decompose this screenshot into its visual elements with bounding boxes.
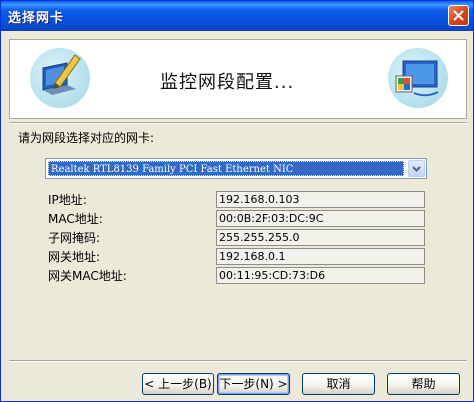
header-banner: 监控网段配置... — [9, 39, 467, 119]
monitor-pen-icon — [30, 48, 90, 108]
nic-prompt-label: 请为网段选择对应的网卡: — [18, 131, 155, 145]
header-divider — [9, 122, 467, 124]
mac-address-field: 00:0B:2F:03:DC:9C — [216, 210, 425, 227]
dropdown-button[interactable] — [408, 160, 425, 177]
cancel-button[interactable]: 取消 — [302, 373, 375, 395]
window-title: 选择网卡 — [8, 11, 65, 26]
network-screen-icon — [388, 48, 448, 108]
nic-dropdown[interactable]: Realtek RTL8139 Family PCI Fast Ethernet… — [45, 158, 427, 179]
nic-dropdown-value: Realtek RTL8139 Family PCI Fast Ethernet… — [48, 161, 404, 176]
footer-divider — [9, 360, 467, 362]
gateway-address-label: 网关地址: — [48, 250, 101, 264]
mac-address-label: MAC地址: — [48, 212, 103, 226]
close-button[interactable] — [448, 5, 469, 26]
banner-title: 监控网段配置... — [160, 72, 295, 93]
close-icon — [453, 10, 464, 21]
subnet-mask-label: 子网掩码: — [48, 231, 101, 245]
ip-address-field: 192.168.0.103 — [216, 191, 425, 208]
back-button[interactable]: < 上一步(B) — [142, 373, 214, 395]
ip-address-label: IP地址: — [48, 193, 87, 207]
subnet-mask-field: 255.255.255.0 — [216, 229, 425, 246]
next-button[interactable]: 下一步(N) > — [217, 373, 290, 395]
title-bar[interactable]: 选择网卡 — [1, 1, 473, 31]
chevron-down-icon — [412, 166, 421, 172]
gateway-mac-label: 网关MAC地址: — [48, 269, 127, 283]
help-button[interactable]: 帮助 — [387, 373, 460, 395]
gateway-mac-field: 00:11:95:CD:73:D6 — [216, 267, 425, 284]
dialog-window: 选择网卡 监控网段配置... 请为网段选择对应的网卡: Realtek RTL8… — [0, 0, 474, 402]
gateway-address-field: 192.168.0.1 — [216, 248, 425, 265]
